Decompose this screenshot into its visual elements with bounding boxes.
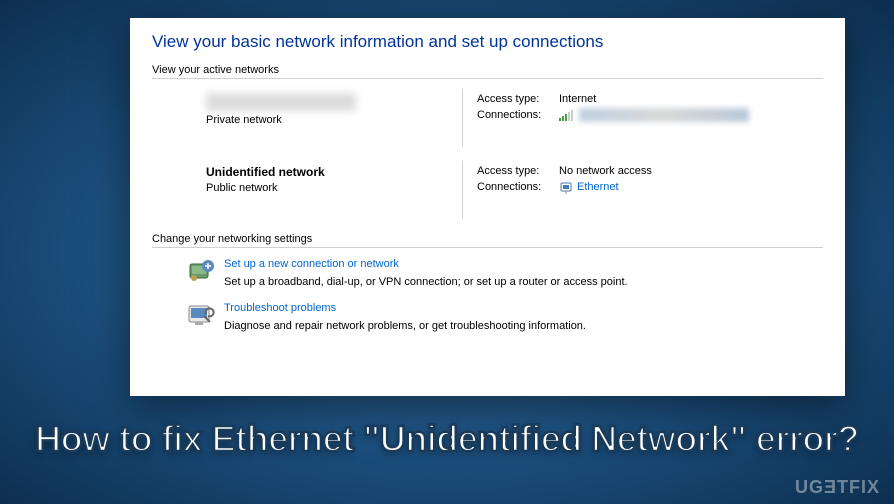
connections-label: Connections:: [477, 109, 559, 121]
info-row: Access type: Internet: [477, 93, 823, 105]
active-networks-header: View your active networks: [152, 64, 823, 76]
divider: [152, 78, 823, 79]
wifi-signal-icon: [559, 109, 573, 121]
new-connection-icon: [186, 258, 216, 286]
watermark: UGƎTFIX: [795, 477, 880, 498]
network-left: Private network: [152, 89, 462, 147]
settings-item: Troubleshoot problems Diagnose and repai…: [152, 302, 823, 334]
settings-header: Change your networking settings: [152, 233, 823, 245]
network-type-label: Public network: [206, 182, 462, 194]
info-row: Access type: No network access: [477, 165, 823, 177]
troubleshoot-desc: Diagnose and repair network problems, or…: [224, 320, 586, 332]
network-name: Unidentified network: [206, 165, 462, 179]
access-type-label: Access type:: [477, 165, 559, 177]
connections-label: Connections:: [477, 181, 559, 193]
networks-container: Private network Access type: Internet Co…: [152, 89, 823, 219]
network-right: Access type: No network access Connectio…: [462, 161, 823, 219]
connection-name-redacted[interactable]: [579, 108, 749, 122]
divider: [152, 247, 823, 248]
access-type-value: Internet: [559, 93, 596, 105]
setup-connection-link[interactable]: Set up a new connection or network: [224, 258, 823, 270]
ethernet-connection-link[interactable]: Ethernet: [577, 181, 619, 193]
troubleshoot-link[interactable]: Troubleshoot problems: [224, 302, 823, 314]
settings-section: Set up a new connection or network Set u…: [152, 258, 823, 334]
network-name-redacted: [206, 93, 356, 111]
ethernet-icon: [559, 180, 573, 194]
settings-text: Troubleshoot problems Diagnose and repai…: [224, 302, 823, 334]
page-title: View your basic network information and …: [152, 32, 823, 52]
caption-overlay: How to fix Ethernet "Unidentified Networ…: [0, 418, 894, 460]
network-row: Private network Access type: Internet Co…: [152, 89, 823, 147]
network-row: Unidentified network Public network Acce…: [152, 161, 823, 219]
settings-item: Set up a new connection or network Set u…: [152, 258, 823, 290]
network-left: Unidentified network Public network: [152, 161, 462, 219]
setup-connection-desc: Set up a broadband, dial-up, or VPN conn…: [224, 276, 628, 288]
network-right: Access type: Internet Connections:: [462, 89, 823, 147]
network-settings-window: View your basic network information and …: [130, 18, 845, 396]
info-row: Connections: Ethernet: [477, 180, 823, 194]
settings-text: Set up a new connection or network Set u…: [224, 258, 823, 290]
network-type-label: Private network: [206, 114, 462, 126]
access-type-value: No network access: [559, 165, 652, 177]
info-row: Connections:: [477, 108, 823, 122]
access-type-label: Access type:: [477, 93, 559, 105]
troubleshoot-icon: [186, 302, 216, 330]
